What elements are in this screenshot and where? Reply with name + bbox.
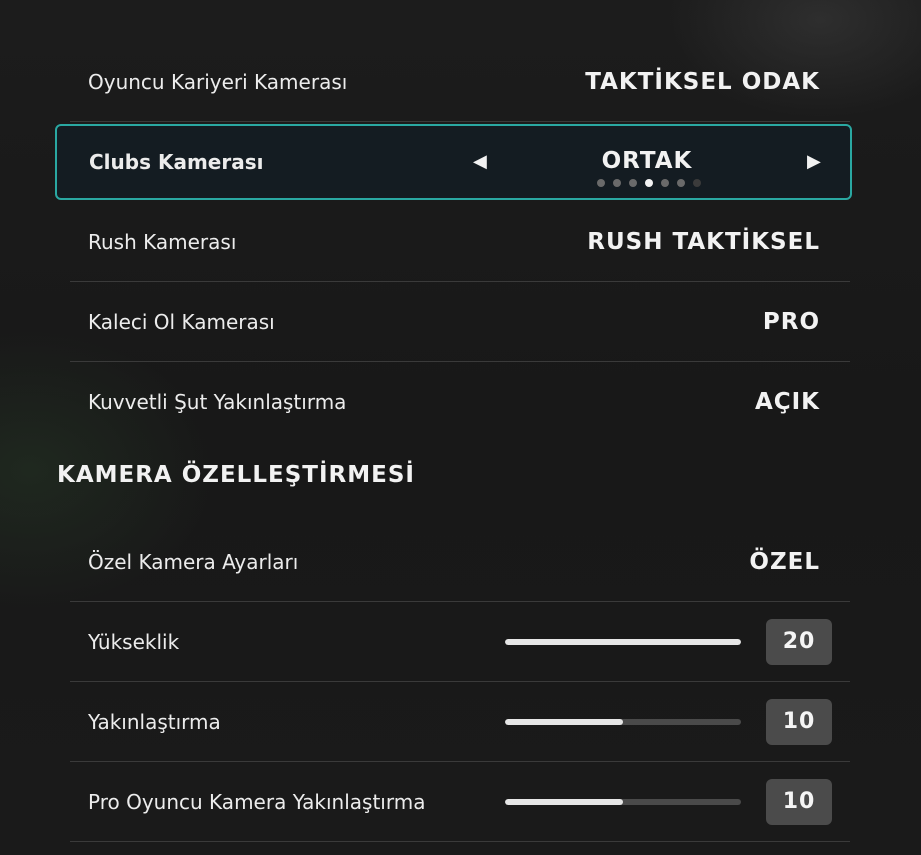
setting-label: Kuvvetli Şut Yakınlaştırma bbox=[88, 390, 347, 414]
setting-value: ORTAK bbox=[601, 148, 693, 174]
option-dot bbox=[693, 179, 701, 187]
setting-row-zoom[interactable]: Yakınlaştırma 10 bbox=[70, 682, 850, 762]
setting-row-power-shot-zoom[interactable]: Kuvvetli Şut Yakınlaştırma AÇIK bbox=[70, 362, 850, 442]
setting-row-height[interactable]: Yükseklik 20 bbox=[70, 602, 850, 682]
option-page-indicator bbox=[597, 179, 701, 187]
setting-value: ÖZEL bbox=[749, 549, 820, 575]
slider-fill bbox=[505, 799, 623, 805]
setting-value: TAKTİKSEL ODAK bbox=[585, 69, 820, 95]
slider-value-box: 20 bbox=[766, 619, 832, 665]
setting-row-goalkeeper-camera[interactable]: Kaleci Ol Kamerası PRO bbox=[70, 282, 850, 362]
setting-row-clubs-camera[interactable]: Clubs Kamerası ◀ ORTAK ▶ bbox=[55, 124, 852, 200]
option-dot bbox=[661, 179, 669, 187]
setting-label: Kaleci Ol Kamerası bbox=[88, 310, 275, 334]
setting-label: Clubs Kamerası bbox=[89, 150, 264, 174]
slider-value-box: 10 bbox=[766, 779, 832, 825]
height-slider[interactable] bbox=[505, 639, 741, 645]
slider-value-box: 10 bbox=[766, 699, 832, 745]
slider-fill bbox=[505, 719, 623, 725]
setting-label: Rush Kamerası bbox=[88, 230, 237, 254]
slider-fill bbox=[505, 639, 741, 645]
option-dot-active bbox=[645, 179, 653, 187]
section-title: KAMERA ÖZELLEŞTİRMESİ bbox=[57, 462, 415, 488]
setting-row-rush-camera[interactable]: Rush Kamerası RUSH TAKTİKSEL bbox=[70, 202, 850, 282]
setting-value: RUSH TAKTİKSEL bbox=[587, 229, 820, 255]
option-dot bbox=[677, 179, 685, 187]
option-dot bbox=[597, 179, 605, 187]
pro-player-zoom-slider[interactable] bbox=[505, 799, 741, 805]
setting-label: Özel Kamera Ayarları bbox=[88, 550, 299, 574]
setting-value: AÇIK bbox=[754, 389, 820, 415]
zoom-slider[interactable] bbox=[505, 719, 741, 725]
option-dot bbox=[613, 179, 621, 187]
previous-option-arrow-icon[interactable]: ◀ bbox=[473, 126, 487, 198]
option-dot bbox=[629, 179, 637, 187]
setting-row-pro-player-camera-zoom[interactable]: Pro Oyuncu Kamera Yakınlaştırma 10 bbox=[70, 762, 850, 842]
setting-row-custom-camera-settings[interactable]: Özel Kamera Ayarları ÖZEL bbox=[70, 522, 850, 602]
setting-label: Yükseklik bbox=[88, 630, 180, 654]
setting-label: Pro Oyuncu Kamera Yakınlaştırma bbox=[88, 790, 426, 814]
setting-label: Oyuncu Kariyeri Kamerası bbox=[88, 70, 348, 94]
setting-value: PRO bbox=[762, 309, 820, 335]
setting-label: Yakınlaştırma bbox=[88, 710, 221, 734]
setting-row-player-career-camera[interactable]: Oyuncu Kariyeri Kamerası TAKTİKSEL ODAK bbox=[70, 42, 850, 122]
next-option-arrow-icon[interactable]: ▶ bbox=[807, 126, 821, 198]
